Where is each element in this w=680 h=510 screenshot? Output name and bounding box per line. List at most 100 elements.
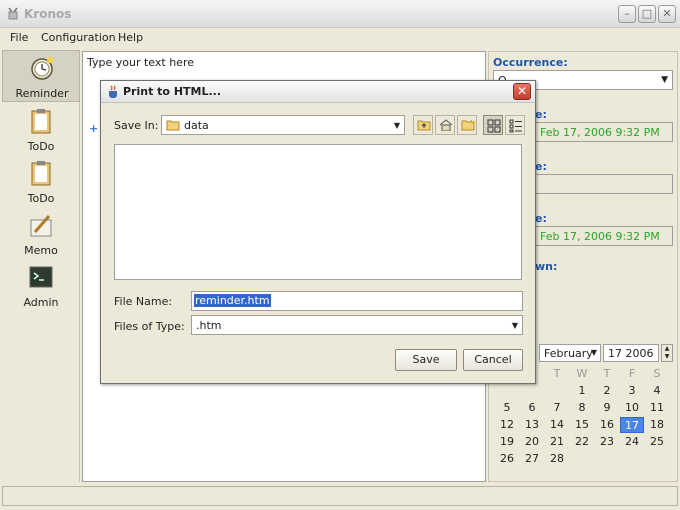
close-window-button[interactable]: ✕	[658, 5, 676, 23]
editor-placeholder: Type your text here	[87, 56, 194, 69]
spinner-arrows[interactable]: ▲ ▼	[661, 344, 673, 362]
calendar-day[interactable]: 9	[595, 400, 619, 416]
window-title: Kronos	[24, 7, 72, 21]
menu-file[interactable]: File	[10, 31, 28, 44]
chevron-down-icon: ▼	[511, 321, 518, 330]
print-to-html-dialog: Print to HTML... ✕ Save In: data ▼ File …	[100, 80, 536, 384]
left-nav: Reminder ToDo ToDo Memo Admin	[2, 50, 80, 482]
calendar-weekday-label: F	[628, 367, 636, 380]
up-folder-icon	[417, 120, 431, 131]
field-3[interactable]	[535, 174, 673, 194]
calendar-day[interactable]: 8	[570, 400, 594, 416]
file-name-input[interactable]: reminder.htm	[191, 291, 523, 311]
nav-label: Reminder	[15, 87, 69, 100]
terminal-icon	[29, 266, 53, 288]
calendar-day[interactable]: 4	[645, 383, 669, 399]
start-label: e:	[535, 108, 547, 121]
nav-item-reminder[interactable]: Reminder	[2, 50, 80, 102]
occurrence-label: Occurrence:	[493, 56, 568, 69]
month-combo[interactable]: February ▼	[539, 344, 601, 362]
calendar-weekday-label: T	[603, 367, 611, 380]
details-view-button[interactable]	[505, 115, 525, 135]
alarm-clock-icon	[31, 57, 53, 80]
details-view-icon	[509, 119, 522, 133]
calendar-day[interactable]: 27	[520, 451, 544, 467]
dialog-title: Print to HTML...	[123, 85, 222, 98]
nav-label: Admin	[23, 296, 59, 309]
files-of-type-combo[interactable]: .htm ▼	[191, 315, 523, 335]
menu-configuration[interactable]: Configuration	[41, 31, 116, 44]
memo-pen-icon	[30, 215, 52, 237]
calendar-day[interactable]: 21	[545, 434, 569, 450]
maximize-button[interactable]: □	[638, 5, 656, 23]
calendar-day[interactable]: 25	[645, 434, 669, 450]
calendar-day[interactable]: 1	[570, 383, 594, 399]
calendar-day[interactable]: 7	[545, 400, 569, 416]
home-button[interactable]	[435, 115, 455, 135]
calendar-day[interactable]: 14	[545, 417, 569, 433]
calendar-day[interactable]: 28	[545, 451, 569, 467]
calendar-day[interactable]: 10	[620, 400, 644, 416]
chevron-down-icon: ▼	[393, 121, 400, 130]
dialog-titlebar: Print to HTML... ✕	[101, 81, 535, 103]
save-button[interactable]: Save	[395, 349, 457, 371]
nav-item-memo[interactable]: Memo	[2, 208, 80, 260]
home-icon	[439, 119, 453, 131]
calendar-day[interactable]: 12	[495, 417, 519, 433]
nav-item-todo-2[interactable]: ToDo	[2, 156, 80, 208]
folder-icon	[166, 120, 180, 131]
file-name-value: reminder.htm	[194, 294, 271, 307]
calendar-day[interactable]: 2	[595, 383, 619, 399]
calendar-weekday-label: W	[576, 367, 588, 380]
app-icon	[8, 7, 18, 20]
java-cup-icon	[109, 85, 117, 98]
nav-item-admin[interactable]: Admin	[2, 260, 80, 312]
chevron-down-icon: ▼	[661, 75, 668, 85]
up-folder-button[interactable]	[413, 115, 433, 135]
new-folder-button[interactable]	[457, 115, 477, 135]
calendar-day[interactable]: 16	[595, 417, 619, 433]
save-in-value: data	[184, 119, 209, 132]
calendar-day[interactable]: 3	[620, 383, 644, 399]
calendar-day[interactable]: 11	[645, 400, 669, 416]
add-icon[interactable]: +	[89, 122, 98, 135]
calendar-day[interactable]: 22	[570, 434, 594, 450]
field-label-3: e:	[535, 160, 547, 173]
end-date-value: Feb 17, 2006 9:32 PM	[540, 230, 660, 243]
minimize-button[interactable]: –	[618, 5, 636, 23]
clipboard-icon	[31, 109, 51, 134]
menubar: File Configuration Help	[0, 28, 680, 48]
calendar-day[interactable]: 23	[595, 434, 619, 450]
calendar-day[interactable]: 6	[520, 400, 544, 416]
end-date-field[interactable]: Feb 17, 2006 9:32 PM	[535, 226, 673, 246]
calendar-day[interactable]: 19	[495, 434, 519, 450]
menu-help[interactable]: Help	[118, 31, 143, 44]
nav-item-todo[interactable]: ToDo	[2, 104, 80, 156]
file-list[interactable]	[114, 144, 522, 280]
cancel-button[interactable]: Cancel	[463, 349, 523, 371]
status-bar	[2, 486, 678, 506]
chevron-down-icon: ▼	[590, 348, 597, 357]
year-value: 2006	[625, 347, 654, 360]
field-label-5: wn:	[535, 260, 558, 273]
save-in-combo[interactable]: data ▼	[161, 115, 405, 135]
calendar-day[interactable]: 17	[620, 417, 644, 433]
list-view-button[interactable]	[483, 115, 503, 135]
clipboard-icon	[31, 161, 51, 186]
calendar-day[interactable]: 18	[645, 417, 669, 433]
calendar-day[interactable]: 13	[520, 417, 544, 433]
calendar-day[interactable]: 20	[520, 434, 544, 450]
start-date-field[interactable]: Feb 17, 2006 9:32 PM	[535, 122, 673, 142]
nav-label: Memo	[24, 244, 58, 257]
save-in-label: Save In:	[114, 119, 159, 132]
calendar-day[interactable]: 26	[495, 451, 519, 467]
calendar-day[interactable]: 5	[495, 400, 519, 416]
day-year-spinner[interactable]: 17 2006	[603, 344, 659, 362]
day-value: 17	[608, 347, 622, 360]
calendar-day[interactable]: 24	[620, 434, 644, 450]
files-of-type-label: Files of Type:	[114, 320, 185, 333]
calendar-day[interactable]: 15	[570, 417, 594, 433]
dialog-close-button[interactable]: ✕	[513, 83, 531, 100]
nav-label: ToDo	[27, 140, 55, 153]
month-value: February	[544, 347, 593, 360]
